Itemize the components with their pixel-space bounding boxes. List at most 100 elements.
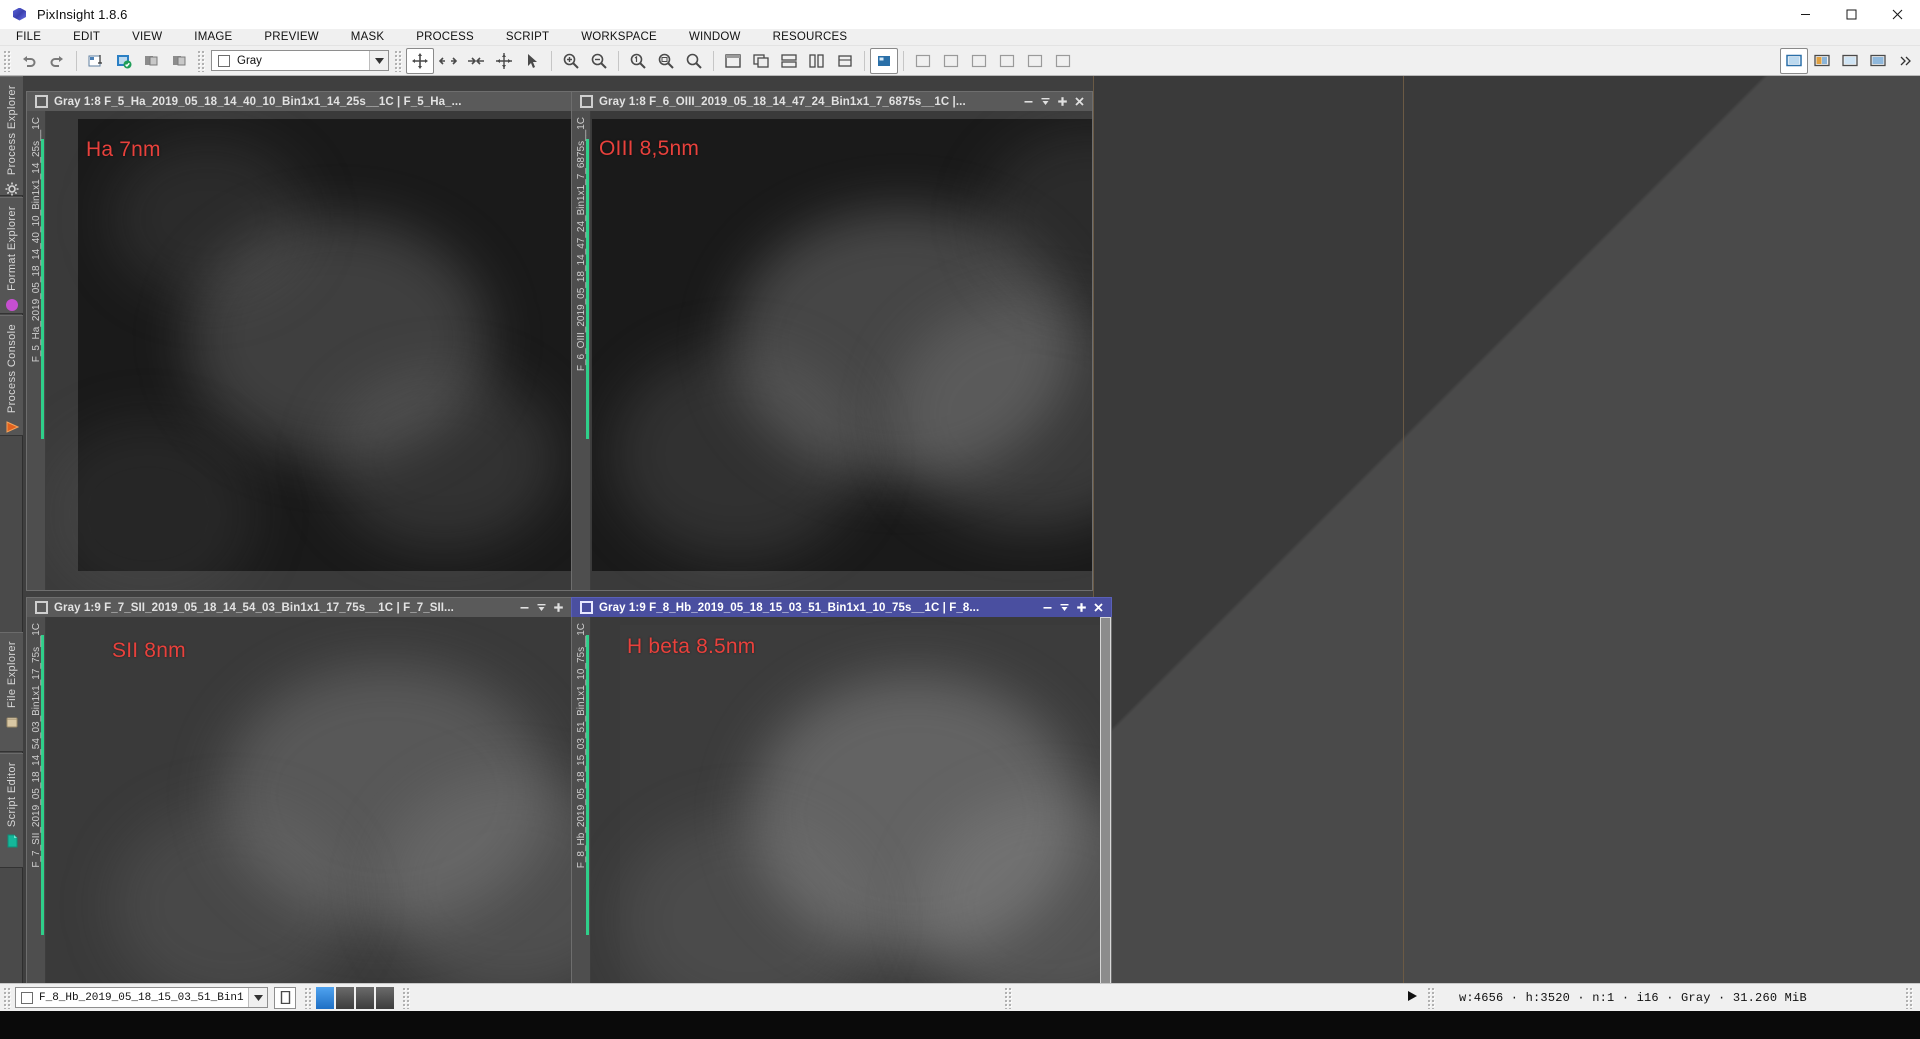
grid-icon[interactable] [1049,48,1077,74]
scrollbar-thumb[interactable] [1101,618,1110,986]
zoom-out-icon[interactable] [585,48,613,74]
maximize-icon[interactable] [550,600,566,616]
shade-icon[interactable] [533,600,549,616]
window-restore-icon[interactable] [35,601,48,614]
stack-window-icon[interactable] [831,48,859,74]
new-image-icon[interactable] [82,48,110,74]
image-window-title: Gray 1:9 F_8_Hb_2019_05_18_15_03_51_Bin1… [599,601,980,614]
statusbar-grip-1[interactable] [3,986,12,1009]
minimize-icon[interactable] [516,600,532,616]
statusbar-grip-2[interactable] [304,986,313,1009]
toolbar-grip[interactable] [3,49,12,72]
maximize-icon[interactable] [1054,94,1070,110]
fit-icon[interactable] [490,48,518,74]
minimize-icon[interactable] [1039,600,1055,616]
open-image-icon[interactable] [110,48,138,74]
view-selector-combo[interactable]: F_8_Hb_2019_05_18_15_03_51_Bin1 [15,987,268,1008]
toolbar-grip-3[interactable] [394,49,403,72]
minimize-icon[interactable] [1782,0,1828,29]
display-icon[interactable] [1864,48,1892,74]
stf-icon[interactable] [937,48,965,74]
cascade-window-icon[interactable] [747,48,775,74]
maximize-icon[interactable] [1828,0,1874,29]
image-canvas[interactable]: OIII 8,5nm [591,111,1092,590]
screen-transfer-icon[interactable] [1808,48,1836,74]
image-window-titlebar[interactable]: Gray 1:8 F_6_OIII_2019_05_18_14_47_24_Bi… [571,91,1093,111]
menu-item-preview[interactable]: PREVIEW [248,29,334,46]
channel-swatch-blue[interactable] [316,986,334,1009]
image-window-titlebar[interactable]: Gray 1:9 F_8_Hb_2019_05_18_15_03_51_Bin1… [571,597,1112,617]
image-window-hb[interactable]: Gray 1:9 F_8_Hb_2019_05_18_15_03_51_Bin1… [571,597,1112,1011]
zoom-in-icon[interactable] [557,48,585,74]
histogram-icon[interactable] [909,48,937,74]
toolbar-grip-2[interactable] [197,49,206,72]
image-canvas[interactable]: H beta 8.5nm [591,617,1111,1010]
sidebar-item-label: File Explorer [5,641,18,708]
save-image-icon[interactable] [138,48,166,74]
sidebar-item-format-explorer[interactable]: Format Explorer [0,197,23,314]
statusbar-grip-6[interactable] [1905,986,1914,1009]
readout-icon[interactable] [870,47,898,74]
statusbar-grip-5[interactable] [1427,986,1436,1009]
channel-swatch-gray-2[interactable] [356,986,374,1009]
sidebar-item-process-explorer[interactable]: Process Explorer [0,76,23,196]
zoom-1to1-icon[interactable] [624,48,652,74]
save-as-image-icon[interactable] [166,48,194,74]
statusbar-grip-4[interactable] [1004,986,1013,1009]
tile-window-icon[interactable] [719,48,747,74]
image-window-sii[interactable]: Gray 1:9 F_7_SII_2019_05_18_14_54_03_Bin… [26,597,589,1011]
close-icon[interactable] [1071,94,1087,110]
close-icon[interactable] [1090,600,1106,616]
chevron-down-icon[interactable] [369,51,388,70]
sidebar-item-file-explorer[interactable]: File Explorer [0,632,23,752]
tile-horizontal-icon[interactable] [775,48,803,74]
menu-item-mask[interactable]: MASK [335,29,400,46]
collapse-icon[interactable] [462,48,490,74]
expand-icon[interactable] [434,48,462,74]
preview-toggle-icon[interactable] [274,986,296,1009]
annotate-icon[interactable] [1021,48,1049,74]
preview-icon[interactable] [993,48,1021,74]
redo-icon[interactable] [43,48,71,74]
zoom-custom-icon[interactable] [680,48,708,74]
menu-item-script[interactable]: SCRIPT [490,29,565,46]
minimize-icon[interactable] [1020,94,1036,110]
pointer-icon[interactable] [518,48,546,74]
move-icon[interactable] [406,47,434,74]
menu-item-workspace[interactable]: WORKSPACE [565,29,673,46]
menu-item-window[interactable]: WINDOW [673,29,757,46]
statusbar-grip-3[interactable] [402,986,411,1009]
chevron-right-overflow-icon[interactable] [1892,48,1920,74]
chevron-down-icon[interactable] [248,988,267,1007]
image-canvas[interactable]: SII 8nm [46,617,588,1010]
image-window-oiii[interactable]: Gray 1:8 F_6_OIII_2019_05_18_14_47_24_Bi… [571,91,1093,591]
tile-vertical-icon[interactable] [803,48,831,74]
window-restore-icon[interactable] [35,95,48,108]
shade-icon[interactable] [1037,94,1053,110]
channel-swatch-gray-3[interactable] [376,986,394,1009]
window-restore-icon[interactable] [580,95,593,108]
menu-item-view[interactable]: VIEW [116,29,178,46]
menu-item-file[interactable]: FILE [0,29,57,46]
workspace-area[interactable]: Gray 1:8 F_5_Ha_2019_05_18_14_40_10_Bin1… [23,76,1920,1011]
close-icon[interactable] [1874,0,1920,29]
vertical-scrollbar[interactable] [1100,617,1111,1010]
monitor-icon[interactable] [1836,48,1864,74]
menu-item-resources[interactable]: RESOURCES [757,29,864,46]
maximize-icon[interactable] [1073,600,1089,616]
channel-swatch-gray-1[interactable] [336,986,354,1009]
menu-item-process[interactable]: PROCESS [400,29,490,46]
play-icon[interactable] [1406,990,1418,1005]
menu-item-edit[interactable]: EDIT [57,29,116,46]
sidebar-item-process-console[interactable]: Process Console [0,315,23,436]
menu-item-image[interactable]: IMAGE [178,29,248,46]
sidebar-item-script-editor[interactable]: Script Editor [0,753,23,868]
window-restore-icon[interactable] [580,601,593,614]
mask-icon[interactable] [965,48,993,74]
undo-icon[interactable] [15,48,43,74]
shade-icon[interactable] [1056,600,1072,616]
screen-icon[interactable] [1780,47,1808,74]
zoom-fit-icon[interactable] [652,48,680,74]
color-space-combo[interactable]: Gray [211,50,389,71]
image-window-titlebar[interactable]: Gray 1:9 F_7_SII_2019_05_18_14_54_03_Bin… [26,597,589,617]
